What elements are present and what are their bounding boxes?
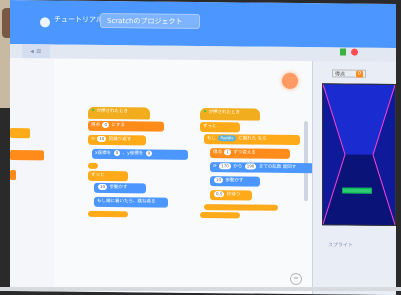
change-value-pill[interactable]: 1 <box>224 148 231 155</box>
steps-pill-2[interactable]: 10 <box>214 176 224 183</box>
wait-seconds-pill[interactable]: 0.5 <box>214 190 225 197</box>
stop-button[interactable] <box>351 48 358 56</box>
flag-icon: ⚑ <box>91 108 96 114</box>
move-steps-block-2[interactable]: 10 歩動かす <box>210 176 260 187</box>
scratch-window: チュートリアル Scratchのプロジェクト ◂ ≡ = ⚑ が押されたとき 得… <box>10 0 396 295</box>
goto-xy-block[interactable]: x座標を 0 、y座標を 0 <box>92 148 188 160</box>
bounce-block[interactable]: もし端に着いたら、跳ね返る <box>94 196 168 208</box>
if-touching-block[interactable]: もし Paddle に触れた なら <box>204 134 300 146</box>
forever-end-1 <box>88 210 128 218</box>
tutorial-button[interactable]: チュートリアル <box>54 14 103 25</box>
forever-block-2[interactable]: ずっと <box>200 121 240 133</box>
forever-block-1[interactable]: ずっと <box>88 170 128 182</box>
random-to-pill[interactable]: 190 <box>244 162 257 170</box>
set-score-block[interactable]: 得点 0 にする <box>88 120 164 132</box>
turn-random-block[interactable]: ⟳ 170 から 190 までの乱数 度回す <box>210 162 318 174</box>
touching-target-pill[interactable]: Paddle <box>218 134 236 141</box>
set-value-pill[interactable]: 0 <box>102 121 109 128</box>
paddle-sprite[interactable] <box>342 187 372 194</box>
when-flag-clicked-block-1[interactable]: ⚑ が押されたとき <box>88 106 150 120</box>
green-flag-button[interactable] <box>340 48 346 56</box>
score-monitor: 得点 0 <box>332 69 366 78</box>
if-end <box>204 204 278 211</box>
monitor-bezel <box>0 287 401 291</box>
forever-end-2 <box>200 211 240 219</box>
score-value: 0 <box>355 70 363 78</box>
lightbulb-icon <box>40 17 50 28</box>
stage-backdrop <box>322 84 396 226</box>
repeat-count-pill[interactable]: 10 <box>97 135 107 142</box>
vertical-scrollbar[interactable] <box>304 121 308 202</box>
sprite-indicator <box>282 72 298 90</box>
palette-block-orange[interactable] <box>10 170 16 181</box>
sprite-panel-label: スプライト <box>328 242 354 249</box>
palette-block-orange[interactable] <box>10 150 44 161</box>
palette-block-orange[interactable] <box>10 128 30 139</box>
steps-pill-1[interactable]: 10 <box>98 183 108 190</box>
flag-icon: ⚑ <box>203 110 208 116</box>
when-flag-clicked-block-2[interactable]: ⚑ が押されたとき <box>200 107 260 121</box>
tab-code[interactable]: ◂ ≡ <box>22 44 50 59</box>
move-steps-block-1[interactable]: 10 歩動かす <box>94 182 146 194</box>
random-from-pill[interactable]: 170 <box>219 162 231 169</box>
code-workspace[interactable]: = ⚑ が押されたとき 得点 0 にする ⟲ 10 回繰り返す x座標を 0 、… <box>54 58 318 295</box>
block-palette[interactable] <box>10 58 55 292</box>
repeat-block[interactable]: ⟲ 10 回繰り返す <box>88 134 146 146</box>
change-score-block[interactable]: 得点 1 ずつ変える <box>210 148 290 159</box>
menu-bar: チュートリアル Scratchのプロジェクト <box>10 0 396 49</box>
stage-canvas[interactable] <box>322 83 396 227</box>
wait-block[interactable]: 0.5 秒待つ <box>210 190 252 201</box>
x-pill[interactable]: 0 <box>113 149 121 156</box>
zoom-reset-button[interactable]: = <box>290 272 302 286</box>
project-title-input[interactable]: Scratchのプロジェクト <box>100 12 200 29</box>
y-pill[interactable]: 0 <box>145 149 153 156</box>
repeat-end-arm <box>88 162 98 169</box>
